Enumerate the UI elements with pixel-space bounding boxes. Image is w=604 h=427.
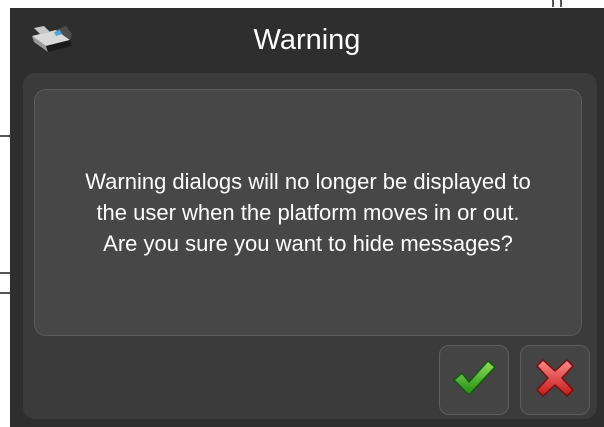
confirm-button[interactable] bbox=[439, 345, 509, 415]
message-line: the user when the platform moves in or o… bbox=[96, 200, 520, 225]
cancel-button[interactable] bbox=[520, 345, 590, 415]
warning-dialog: Warning Warning dialogs will no longer b… bbox=[10, 8, 604, 427]
message-line: Warning dialogs will no longer be displa… bbox=[85, 169, 531, 194]
edge-mark bbox=[560, 0, 562, 7]
cross-icon bbox=[535, 358, 575, 403]
title-bar: Warning bbox=[10, 8, 604, 72]
dialog-panel: Warning dialogs will no longer be displa… bbox=[23, 73, 597, 419]
checkmark-icon bbox=[451, 358, 497, 403]
message-line: Are you sure you want to hide messages? bbox=[103, 231, 513, 256]
warning-message: Warning dialogs will no longer be displa… bbox=[75, 166, 541, 259]
dialog-title: Warning bbox=[253, 24, 361, 56]
message-box: Warning dialogs will no longer be displa… bbox=[34, 89, 582, 336]
edge-mark bbox=[552, 0, 554, 7]
